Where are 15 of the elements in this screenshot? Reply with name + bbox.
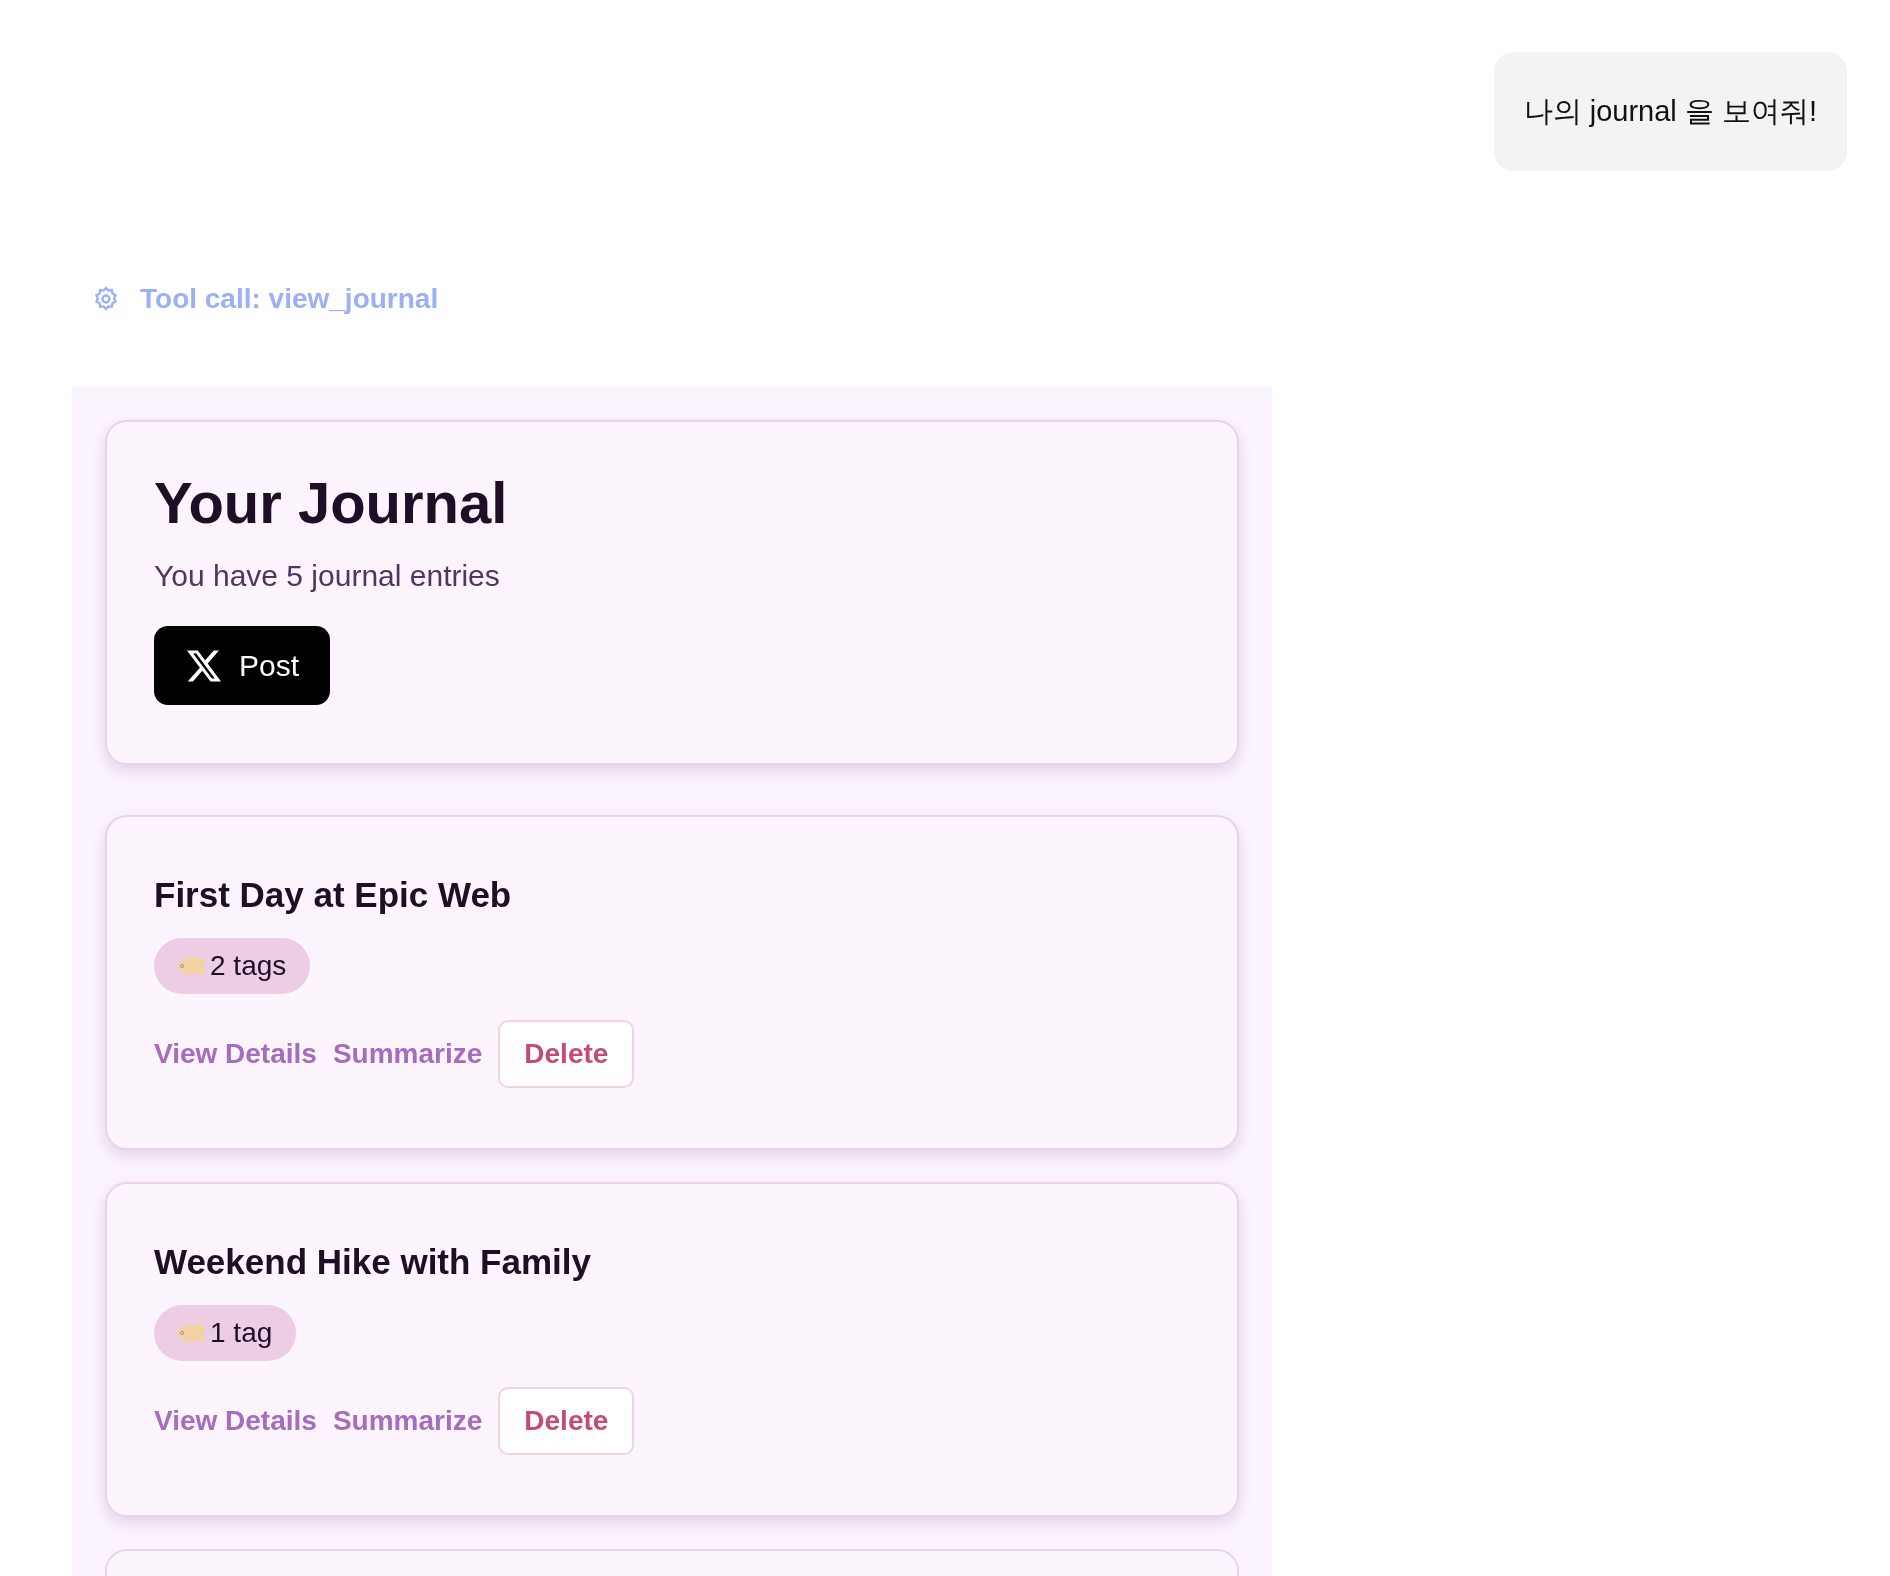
post-button[interactable]: Post (154, 626, 331, 705)
entry-title: Weekend Hike with Family (154, 1241, 592, 1283)
delete-button[interactable]: Delete (498, 1020, 635, 1088)
action-link[interactable]: View Details (154, 1405, 317, 1437)
delete-button[interactable]: Delete (498, 1387, 635, 1455)
action-link[interactable]: Summarize (332, 1405, 483, 1437)
entry-title: First Day at Epic Web (154, 874, 513, 916)
tag-count-badge: 2 tags (154, 938, 311, 994)
action-link[interactable]: View Details (154, 1038, 317, 1070)
tag-count-badge: 1 tag (154, 1305, 297, 1361)
tool-call-label: Tool call: view_journal (140, 283, 439, 315)
action-link[interactable]: Summarize (332, 1038, 483, 1070)
journal-title: Your Journal (154, 469, 509, 537)
entry-count: You have 5 journal entries (154, 558, 501, 594)
message-bubble: 나의 journal 을 보여줘! (1493, 52, 1847, 171)
